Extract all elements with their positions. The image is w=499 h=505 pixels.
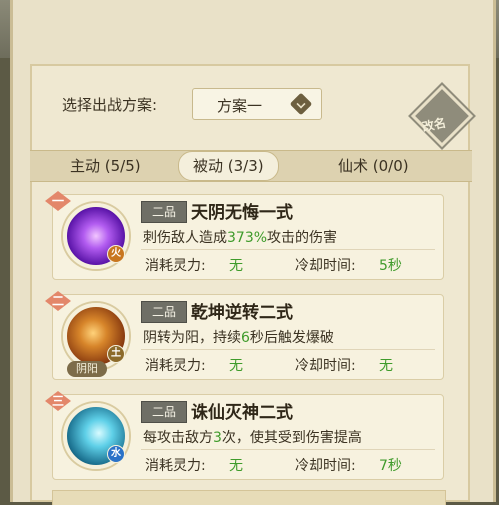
element-badge: 火 [107,245,125,263]
slot-badge: 一 [45,191,71,211]
grade-tag: 二品 [141,201,187,223]
scheme-label: 选择出战方案: [62,96,158,114]
next-card-strip [52,490,446,505]
cost-row: 消耗灵力: 无 冷却时间: 无 [145,358,393,374]
divider [141,249,435,250]
scheme-dropdown[interactable]: 方案一 [192,88,322,120]
skill-name: 乾坤逆转二式 [191,303,293,323]
tab-active[interactable]: 主动 (5/5) [70,155,141,176]
divider [141,349,435,350]
skill-card-1[interactable]: 一 火 二品 天阴无悔一式 刺伤敌人造成373%攻击的伤害 消耗灵力: 无 冷却… [45,191,444,280]
tab-immortal[interactable]: 仙术 (0/0) [338,155,409,176]
skill-card-3[interactable]: 三 水 二品 诛仙灭神二式 每攻击敌方3次，使其受到伤害提高 消耗灵力: 无 冷… [45,391,444,480]
skill-card-2[interactable]: 二 土 阴阳 二品 乾坤逆转二式 阴转为阳，持续6秒后触发爆破 消耗灵力: 无 … [45,291,444,380]
element-badge: 水 [107,445,125,463]
grade-tag: 二品 [141,301,187,323]
cost-row: 消耗灵力: 无 冷却时间: 7秒 [145,458,402,474]
rename-button[interactable]: 改名 [410,84,474,148]
skill-name: 诛仙灭神二式 [191,403,293,423]
chevron-down-icon [289,92,313,116]
yinyang-tag: 阴阳 [67,361,107,377]
element-badge: 土 [107,345,125,363]
skill-desc: 阴转为阳，持续6秒后触发爆破 [143,330,334,346]
slot-badge: 三 [45,391,71,411]
skill-name: 天阴无悔一式 [191,203,293,223]
slot-badge: 二 [45,291,71,311]
battle-panel: 选择出战方案: 方案一 改名 主动 (5/5) 被动 (3/3) 仙术 (0/0… [30,64,474,505]
grade-tag: 二品 [141,401,187,423]
tab-passive[interactable]: 被动 (3/3) [178,151,279,181]
skill-desc: 每攻击敌方3次，使其受到伤害提高 [143,430,362,446]
skill-tabs: 主动 (5/5) 被动 (3/3) 仙术 (0/0) [30,150,472,182]
divider [141,449,435,450]
cost-row: 消耗灵力: 无 冷却时间: 5秒 [145,258,402,274]
scheme-value: 方案一 [217,97,263,115]
skill-desc: 刺伤敌人造成373%攻击的伤害 [143,230,338,246]
